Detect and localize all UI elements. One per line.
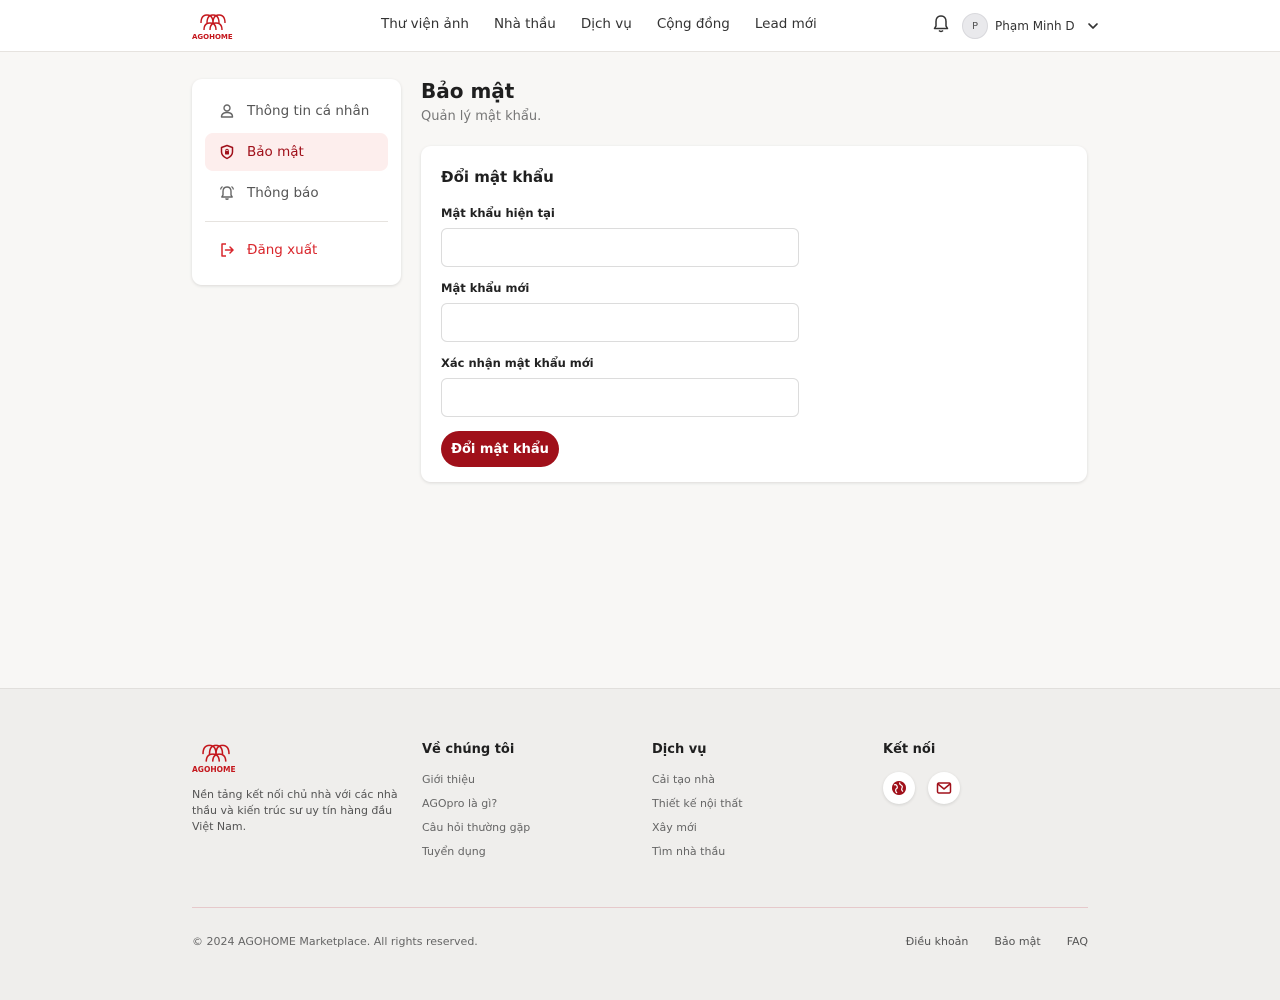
footer-divider <box>192 907 1088 908</box>
agohome-logo[interactable]: AGOHOME <box>192 10 234 42</box>
page-subtitle: Quản lý mật khẩu. <box>421 109 542 124</box>
confirm-password-label: Xác nhận mật khẩu mới <box>441 356 594 370</box>
current-password-input[interactable] <box>441 228 799 267</box>
user-icon <box>220 104 234 118</box>
sidebar-divider <box>205 221 388 222</box>
footer-col-about: Về chúng tôi Giới thiệu AGOpro là gì? Câ… <box>422 742 530 869</box>
globe-icon[interactable] <box>883 772 915 804</box>
footer-link-tuyen-dung[interactable]: Tuyển dụng <box>422 845 530 858</box>
sidebar-item-security[interactable]: Bảo mật <box>205 133 388 171</box>
nav-lead-moi[interactable]: Lead mới <box>755 16 817 32</box>
sidebar-item-label: Thông tin cá nhân <box>247 103 370 119</box>
social-links <box>883 772 960 804</box>
shield-icon <box>220 144 234 160</box>
footer-col-title: Về chúng tôi <box>422 742 515 757</box>
avatar: P <box>962 13 988 39</box>
logo-text: AGOHOME <box>192 765 236 774</box>
footer-logo[interactable]: AGOHOME <box>192 740 240 774</box>
logo-mark-icon <box>202 744 230 762</box>
copyright-text: © 2024 AGOHOME Marketplace. All rights r… <box>192 935 478 948</box>
footer-col-title: Kết nối <box>883 742 936 757</box>
site-footer: AGOHOME Nền tảng kết nối chủ nhà với các… <box>0 688 1280 1000</box>
footer-link-faq[interactable]: Câu hỏi thường gặp <box>422 821 530 834</box>
new-password-label: Mật khẩu mới <box>441 281 530 295</box>
footer-link-xay-moi[interactable]: Xây mới <box>652 821 743 834</box>
footer-link-terms[interactable]: Điều khoản <box>906 935 969 948</box>
footer-link-gioi-thieu[interactable]: Giới thiệu <box>422 773 530 786</box>
change-password-button[interactable]: Đổi mật khẩu <box>441 431 559 467</box>
footer-link-privacy[interactable]: Bảo mật <box>994 935 1040 948</box>
change-password-card: Đổi mật khẩu Mật khẩu hiện tại Mật khẩu … <box>421 146 1087 482</box>
footer-bottom-links: Điều khoản Bảo mật FAQ <box>906 935 1088 948</box>
confirm-password-input[interactable] <box>441 378 799 417</box>
main-nav: Thư viện ảnh Nhà thầu Dịch vụ Cộng đồng … <box>381 16 842 32</box>
mail-icon[interactable] <box>928 772 960 804</box>
new-password-input[interactable] <box>441 303 799 342</box>
chevron-down-icon <box>1087 23 1098 29</box>
sidebar-item-personal-info[interactable]: Thông tin cá nhân <box>205 92 388 130</box>
nav-thu-vien-anh[interactable]: Thư viện ảnh <box>381 16 469 32</box>
footer-description: Nền tảng kết nối chủ nhà với các nhà thầ… <box>192 788 398 833</box>
footer-col-services: Dịch vụ Cải tạo nhà Thiết kế nội thất Xâ… <box>652 742 743 869</box>
page-title: Bảo mật <box>421 79 515 103</box>
sidebar-item-label: Thông báo <box>247 185 319 201</box>
footer-link-agopro[interactable]: AGOpro là gì? <box>422 797 530 810</box>
card-title: Đổi mật khẩu <box>441 168 554 186</box>
notification-bell-icon[interactable] <box>932 14 950 34</box>
footer-link-tim-nha-thau[interactable]: Tìm nhà thầu <box>652 845 743 858</box>
current-password-label: Mật khẩu hiện tại <box>441 206 555 220</box>
sidebar-item-notifications[interactable]: Thông báo <box>205 174 388 212</box>
footer-link-faq-bottom[interactable]: FAQ <box>1067 935 1088 948</box>
top-header: AGOHOME Thư viện ảnh Nhà thầu Dịch vụ Cộ… <box>0 0 1280 52</box>
footer-link-cai-tao-nha[interactable]: Cải tạo nhà <box>652 773 743 786</box>
bell-icon <box>219 186 235 200</box>
logout-button[interactable]: Đăng xuất <box>205 231 388 269</box>
nav-dich-vu[interactable]: Dịch vụ <box>581 16 632 32</box>
footer-link-thiet-ke-noi-that[interactable]: Thiết kế nội thất <box>652 797 743 810</box>
sidebar-item-label: Bảo mật <box>247 144 304 160</box>
logout-label: Đăng xuất <box>247 242 318 258</box>
logo-mark-icon <box>200 14 226 31</box>
logout-icon <box>221 243 234 257</box>
footer-col-connect: Kết nối <box>883 742 960 804</box>
nav-cong-dong[interactable]: Cộng đồng <box>657 16 730 32</box>
username: Phạm Minh D <box>995 19 1075 33</box>
user-menu[interactable]: P Phạm Minh D <box>962 13 1099 39</box>
footer-col-title: Dịch vụ <box>652 742 707 757</box>
nav-nha-thau[interactable]: Nhà thầu <box>494 16 556 32</box>
logo-text: AGOHOME <box>192 33 233 41</box>
settings-sidebar: Thông tin cá nhân Bảo mật Thông báo Đăng… <box>192 79 401 285</box>
